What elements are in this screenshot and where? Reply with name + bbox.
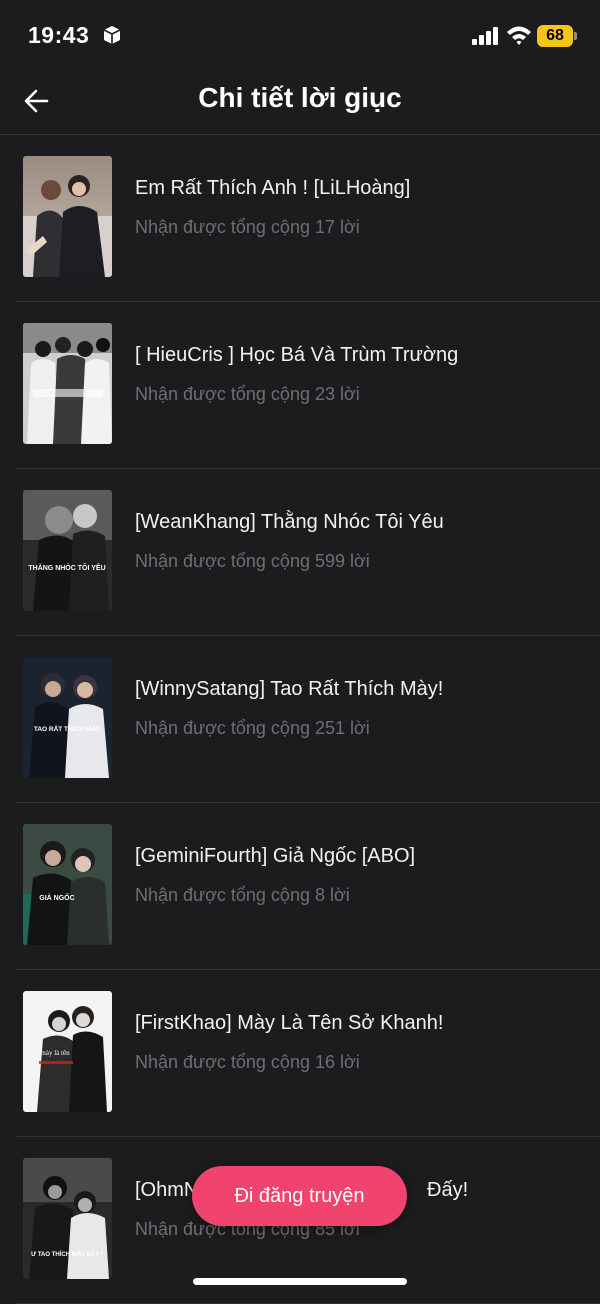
home-indicator[interactable] xyxy=(193,1278,407,1285)
battery-cap xyxy=(574,32,577,40)
cover-text: THẰNG NHÓC TÔI YÊU xyxy=(28,563,105,572)
story-title: [WeanKhang] Thằng Nhóc Tôi Yêu xyxy=(135,511,444,533)
story-title: [FirstKhao] Mày Là Tên Sở Khanh! xyxy=(135,1012,444,1034)
story-count: Nhận được tổng cộng 23 lời xyxy=(135,384,360,404)
story-cover: mày là tên xyxy=(23,991,112,1112)
status-bar: 19:43 68 xyxy=(0,0,600,68)
header: Chi tiết lời giục xyxy=(0,68,600,135)
story-count: Nhận được tổng cộng 251 lời xyxy=(135,718,370,738)
wifi-icon xyxy=(506,24,532,46)
story-count: Nhận được tổng cộng 8 lời xyxy=(135,885,350,905)
story-title: [ HieuCris ] Học Bá Và Trùm Trường xyxy=(135,344,459,366)
list-item[interactable]: mày là tên [FirstKhao] Mày Là Tên Sở Kha… xyxy=(15,970,600,1137)
story-cover xyxy=(23,323,112,444)
list-item[interactable]: Em Rất Thích Anh ! [LiLHoàng] Nhận được … xyxy=(15,135,600,302)
cover-text: mày là tên xyxy=(40,1049,70,1057)
story-count: Nhận được tổng cộng 599 lời xyxy=(135,551,370,571)
story-cover xyxy=(23,156,112,277)
list-item[interactable]: GIẢ NGỐC [GeminiFourth] Giả Ngốc [ABO] N… xyxy=(15,803,600,970)
story-title: [WinnySatang] Tao Rất Thích Mày! xyxy=(135,678,444,700)
story-title: [GeminiFourth] Giả Ngốc [ABO] xyxy=(135,845,416,867)
list-item[interactable]: TAO RẤT THÍCH MÀY [WinnySatang] Tao Rất … xyxy=(15,636,600,803)
box-icon xyxy=(102,25,122,45)
story-count: Nhận được tổng cộng 17 lời xyxy=(135,217,360,237)
status-time: 19:43 xyxy=(28,22,90,48)
post-story-button[interactable]: Đi đăng truyện xyxy=(192,1166,407,1226)
story-title-end: Đấy! xyxy=(427,1179,469,1201)
battery-icon: 68 xyxy=(537,25,573,47)
story-title: Em Rất Thích Anh ! [LiLHoàng] xyxy=(135,177,411,199)
page-title: Chi tiết lời giục xyxy=(198,82,402,113)
story-title-start: [OhmN xyxy=(135,1179,199,1201)
list-item[interactable]: THẰNG NHÓC TÔI YÊU [WeanKhang] Thằng Nhó… xyxy=(15,469,600,636)
cover-text: Ư TAO THÍCH MÀY ĐẤY ! xyxy=(31,1250,103,1258)
story-cover: Ư TAO THÍCH MÀY ĐẤY ! xyxy=(23,1158,112,1279)
story-cover: GIẢ NGỐC xyxy=(23,824,112,945)
story-cover: THẰNG NHÓC TÔI YÊU xyxy=(23,490,112,611)
story-cover: TAO RẤT THÍCH MÀY xyxy=(23,657,112,778)
story-count: Nhận được tổng cộng 16 lời xyxy=(135,1052,360,1072)
list-item[interactable]: [ HieuCris ] Học Bá Và Trùm Trường Nhận … xyxy=(15,302,600,469)
signal-icon xyxy=(472,27,500,45)
story-list: Em Rất Thích Anh ! [LiLHoàng] Nhận được … xyxy=(0,135,600,1304)
